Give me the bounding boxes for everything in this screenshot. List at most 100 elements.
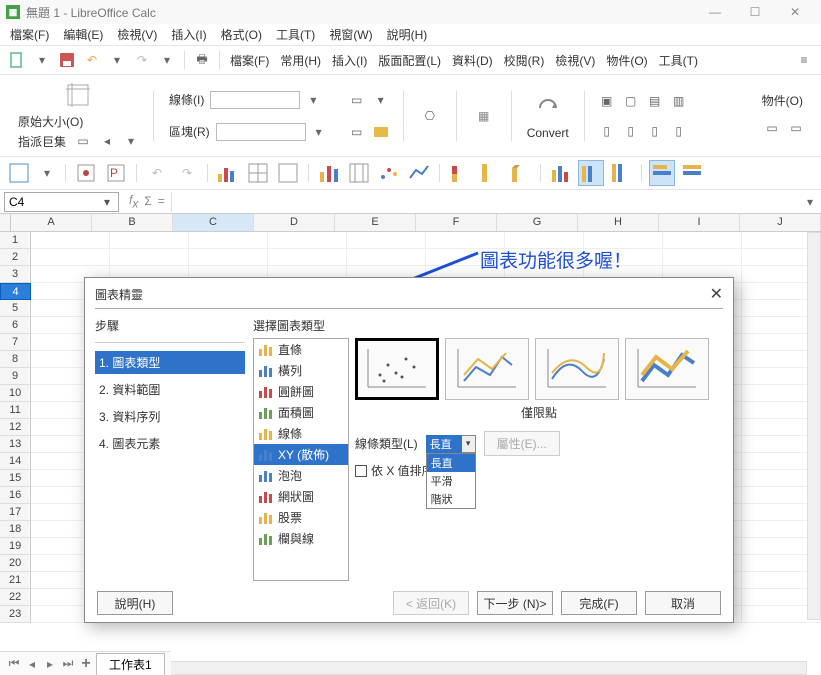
chevron-down-icon[interactable]: ▾ — [462, 435, 476, 453]
scrollbar-vertical[interactable] — [807, 232, 821, 620]
fx-icon[interactable]: fx — [129, 193, 138, 210]
column-header[interactable]: E — [335, 214, 416, 231]
save-icon[interactable] — [56, 49, 78, 71]
row-header[interactable]: 7 — [0, 334, 31, 351]
undo-icon[interactable]: ↶ — [81, 49, 103, 71]
backward-icon[interactable]: ▥ — [668, 90, 690, 112]
row-header[interactable]: 23 — [0, 606, 31, 623]
tab-layout[interactable]: 版面配置(L) — [374, 52, 445, 69]
name-box[interactable]: C4 ▾ — [4, 192, 119, 212]
preview-3d-lines[interactable] — [625, 338, 709, 400]
align-top-icon[interactable]: ▯ — [668, 120, 690, 142]
cell[interactable] — [663, 249, 742, 266]
formula-expand-icon[interactable]: ▾ — [799, 191, 821, 213]
row-header[interactable]: 18 — [0, 521, 31, 538]
column-header[interactable]: B — [92, 214, 173, 231]
row-header[interactable]: 12 — [0, 419, 31, 436]
chevron-left-icon[interactable]: ◂ — [96, 130, 118, 152]
menu-window[interactable]: 視窗(W) — [323, 24, 378, 45]
3d-icon[interactable] — [507, 160, 533, 186]
menu-insert[interactable]: 插入(I) — [165, 24, 212, 45]
cell[interactable] — [110, 249, 189, 266]
chart-type-item[interactable]: 面積圖 — [254, 402, 348, 423]
chevron-down-icon[interactable]: ▾ — [302, 89, 324, 111]
tab-view[interactable]: 檢視(V) — [551, 52, 599, 69]
cell[interactable] — [189, 249, 268, 266]
chart-grid-icon[interactable] — [245, 160, 271, 186]
add-sheet-icon[interactable]: + — [78, 656, 94, 672]
row-header[interactable]: 9 — [0, 368, 31, 385]
redo-icon[interactable]: ↷ — [131, 49, 153, 71]
row-header[interactable]: 17 — [0, 504, 31, 521]
row-header[interactable]: 19 — [0, 538, 31, 555]
convert-icon[interactable] — [532, 92, 564, 124]
cell[interactable] — [268, 232, 347, 249]
preview-points-only[interactable] — [355, 338, 439, 400]
crop-icon[interactable] — [62, 79, 94, 111]
row-header[interactable]: 1 — [0, 232, 31, 249]
align-left-icon[interactable]: ▯ — [596, 120, 618, 142]
cell[interactable] — [347, 232, 426, 249]
chart-wizard-icon[interactable] — [215, 160, 241, 186]
menu-edit[interactable]: 編輯(E) — [57, 24, 109, 45]
chart-type-item[interactable]: XY (散佈) — [254, 444, 348, 465]
chevron-down-icon[interactable]: ▾ — [308, 121, 330, 143]
row-header[interactable]: 14 — [0, 453, 31, 470]
ungroup-icon[interactable]: ▭ — [785, 117, 807, 139]
option-straight[interactable]: 長直 — [427, 454, 475, 472]
align-right-icon[interactable]: ▯ — [644, 120, 666, 142]
tab-data[interactable]: 資料(D) — [448, 52, 497, 69]
send-back-icon[interactable]: ▢ — [620, 90, 642, 112]
chart-data-icon[interactable] — [275, 160, 301, 186]
cell[interactable] — [31, 249, 110, 266]
tab-insert[interactable]: 插入(I) — [328, 52, 371, 69]
chart-type-item[interactable]: 股票 — [254, 507, 348, 528]
minimize-button[interactable]: — — [695, 0, 735, 24]
group-icon[interactable]: ▭ — [761, 117, 783, 139]
cell[interactable] — [31, 232, 110, 249]
first-sheet-icon[interactable]: ⏮ — [6, 656, 22, 672]
region-dropdown[interactable] — [216, 123, 306, 141]
column-header[interactable]: G — [497, 214, 578, 231]
chart-type-item[interactable]: 橫列 — [254, 360, 348, 381]
row-icon[interactable] — [649, 160, 675, 186]
chart-type-item[interactable]: 圓餅圖 — [254, 381, 348, 402]
column-header[interactable]: J — [740, 214, 821, 231]
row-header[interactable]: 20 — [0, 555, 31, 572]
tab-tools[interactable]: 工具(T) — [655, 52, 702, 69]
row-header[interactable]: 22 — [0, 589, 31, 606]
cell[interactable] — [347, 249, 426, 266]
chart-type-item[interactable]: 網狀圖 — [254, 486, 348, 507]
chevron-down-icon[interactable]: ▾ — [100, 195, 114, 209]
option-smooth[interactable]: 平滑 — [427, 472, 475, 490]
menu-view[interactable]: 檢視(V) — [111, 24, 163, 45]
column-percent-icon[interactable] — [608, 160, 634, 186]
preview-lines-only[interactable] — [535, 338, 619, 400]
wizard-step[interactable]: 1. 圖表類型 — [95, 351, 245, 374]
line-style-dropdown[interactable] — [210, 91, 300, 109]
maximize-button[interactable]: ☐ — [735, 0, 775, 24]
menu-tools[interactable]: 工具(T) — [270, 24, 321, 45]
row-header[interactable]: 13 — [0, 436, 31, 453]
prev-sheet-icon[interactable]: ◂ — [24, 656, 40, 672]
column-header[interactable]: D — [254, 214, 335, 231]
cancel-button[interactable]: 取消 — [645, 591, 721, 615]
column-header[interactable]: I — [659, 214, 740, 231]
stacked-icon[interactable] — [447, 160, 473, 186]
shadow-icon[interactable]: ▭ — [346, 121, 368, 143]
next-button[interactable]: 下一步 (N)> — [477, 591, 553, 615]
chart-save-icon[interactable] — [6, 160, 32, 186]
tab-object[interactable]: 物件(O) — [602, 52, 651, 69]
column-header[interactable]: F — [416, 214, 497, 231]
undo2-icon[interactable]: ↶ — [144, 160, 170, 186]
bar-chart-icon[interactable] — [316, 160, 342, 186]
menu-icon[interactable]: ≡ — [793, 49, 815, 71]
row-header[interactable]: 4 — [0, 283, 31, 300]
bring-front-icon[interactable]: ▣ — [596, 90, 618, 112]
row-header[interactable]: 6 — [0, 317, 31, 334]
chevron-down-icon[interactable]: ▾ — [106, 49, 128, 71]
row-header[interactable]: 5 — [0, 300, 31, 317]
menu-help[interactable]: 說明(H) — [381, 24, 434, 45]
cell[interactable] — [268, 249, 347, 266]
grid-icon[interactable]: ▦ — [468, 100, 500, 132]
